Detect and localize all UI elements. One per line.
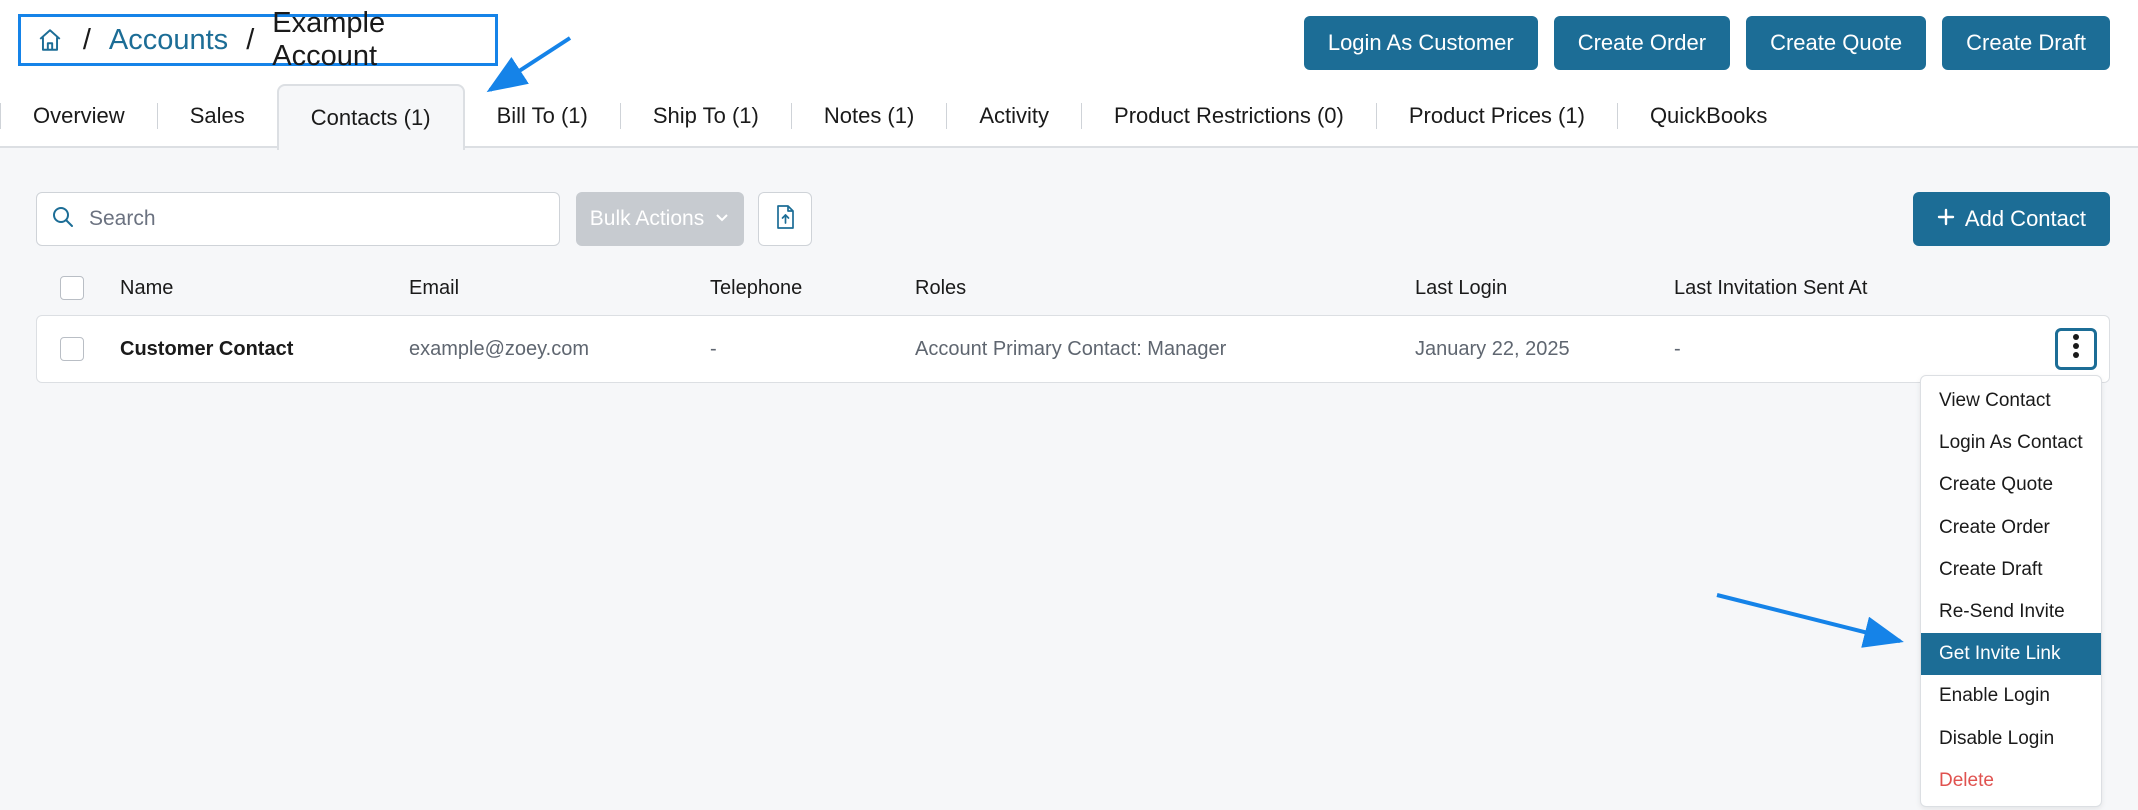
login-as-customer-button[interactable]: Login As Customer <box>1303 16 1538 70</box>
tab-sales[interactable]: Sales <box>158 84 277 148</box>
create-quote-button[interactable]: Create Quote <box>1746 16 1927 70</box>
contact-email: example@zoey.com <box>409 337 589 360</box>
more-vertical-icon <box>2072 333 2080 365</box>
column-header-telephone[interactable]: Telephone <box>710 268 802 308</box>
tab-activity[interactable]: Activity <box>947 84 1081 148</box>
tab-overview[interactable]: Overview <box>1 84 157 148</box>
breadcrumb-separator: / <box>246 23 255 56</box>
account-tabs: Overview Sales Contacts (1) Bill To (1) … <box>0 84 1799 150</box>
select-all-cell <box>60 268 84 308</box>
menu-item-disable-login[interactable]: Disable Login <box>1921 718 2101 760</box>
row-select-cell <box>60 316 84 382</box>
contact-last-invitation: - <box>1674 337 1681 360</box>
tab-product-restrictions[interactable]: Product Restrictions (0) <box>1082 84 1376 148</box>
menu-item-resend-invite[interactable]: Re-Send Invite <box>1921 591 2101 633</box>
row-checkbox[interactable] <box>60 337 84 361</box>
tab-bill-to[interactable]: Bill To (1) <box>465 84 620 148</box>
menu-item-get-invite-link[interactable]: Get Invite Link <box>1921 633 2101 676</box>
search-input[interactable] <box>89 207 529 231</box>
add-contact-label: Add Contact <box>1964 206 2086 231</box>
tab-contacts[interactable]: Contacts (1) <box>276 84 465 150</box>
create-draft-button[interactable]: Create Draft <box>1942 16 2110 70</box>
column-header-last-login[interactable]: Last Login <box>1415 268 1507 308</box>
contact-name[interactable]: Customer Contact <box>120 316 293 382</box>
breadcrumb-accounts-link[interactable]: Accounts <box>109 24 228 57</box>
search-icon <box>51 205 75 234</box>
contacts-toolbar: Bulk Actions Add Contact <box>36 192 2110 248</box>
breadcrumb: / Accounts / Example Account <box>18 7 498 72</box>
table-header: Name Email Telephone Roles Last Login La… <box>36 268 2110 308</box>
upload-file-icon <box>773 204 797 235</box>
breadcrumb-current: Example Account <box>272 7 386 72</box>
menu-item-enable-login[interactable]: Enable Login <box>1921 675 2101 717</box>
breadcrumb-separator: / <box>82 23 91 56</box>
bulk-actions-button[interactable]: Bulk Actions <box>576 192 744 246</box>
menu-item-create-draft[interactable]: Create Draft <box>1921 549 2101 591</box>
create-order-button[interactable]: Create Order <box>1553 16 1731 70</box>
contact-telephone: - <box>710 337 717 360</box>
upload-file-button[interactable] <box>758 192 812 246</box>
column-header-email[interactable]: Email <box>409 268 459 308</box>
search-box <box>36 192 560 246</box>
contact-roles: Account Primary Contact: Manager <box>915 337 1227 360</box>
table-row[interactable]: Customer Contact example@zoey.com - Acco… <box>36 315 2110 383</box>
add-contact-button[interactable]: Add Contact <box>1912 192 2110 246</box>
bulk-actions-label: Bulk Actions <box>589 207 705 230</box>
plus-icon <box>1937 206 1955 232</box>
chevron-down-icon <box>714 207 730 231</box>
menu-item-create-order[interactable]: Create Order <box>1921 507 2101 549</box>
tab-ship-to[interactable]: Ship To (1) <box>621 84 791 148</box>
select-all-checkbox[interactable] <box>60 276 84 300</box>
menu-item-view-contact[interactable]: View Contact <box>1921 380 2101 422</box>
home-icon[interactable] <box>35 25 65 55</box>
contact-last-login: January 22, 2025 <box>1415 337 1570 360</box>
menu-item-delete[interactable]: Delete <box>1921 760 2101 802</box>
top-bar: / Accounts / Example Account Login As Cu… <box>0 0 2138 150</box>
column-header-roles[interactable]: Roles <box>915 268 966 308</box>
column-header-name[interactable]: Name <box>120 268 173 308</box>
menu-item-login-as-contact[interactable]: Login As Contact <box>1921 422 2101 464</box>
menu-item-create-quote[interactable]: Create Quote <box>1921 464 2101 506</box>
tab-product-prices[interactable]: Product Prices (1) <box>1377 84 1617 148</box>
row-actions-menu: View Contact Login As Contact Create Quo… <box>1920 375 2102 807</box>
tab-notes[interactable]: Notes (1) <box>792 84 946 148</box>
column-header-last-invitation[interactable]: Last Invitation Sent At <box>1674 268 1867 308</box>
header-actions: Login As Customer Create Order Create Qu… <box>1303 16 2110 70</box>
annotation-arrow <box>1716 593 1904 648</box>
row-actions-button[interactable] <box>2055 328 2097 370</box>
tab-quickbooks[interactable]: QuickBooks <box>1618 84 1799 148</box>
